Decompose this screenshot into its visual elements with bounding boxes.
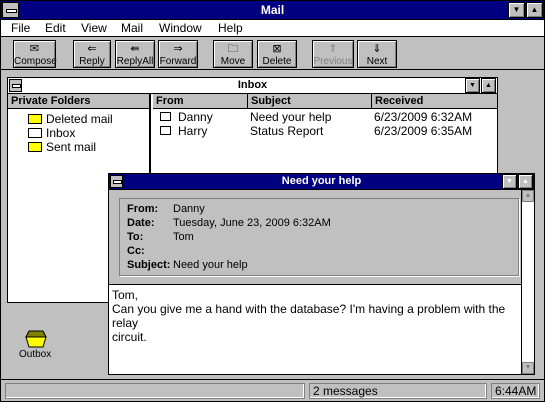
previous-icon: ⇑ xyxy=(328,43,338,55)
message-count: 2 messages xyxy=(309,383,487,399)
body-line: Can you give me a hand with the database… xyxy=(112,302,506,330)
folder-inbox[interactable]: Inbox xyxy=(28,126,75,140)
header-to: To: Tom xyxy=(127,231,194,243)
column-received[interactable]: Received xyxy=(372,94,497,109)
message-system-menu-icon[interactable] xyxy=(110,175,123,188)
maximize-button[interactable]: ▲ xyxy=(526,2,543,18)
folders-header: Private Folders xyxy=(8,94,149,109)
inbox-maximize-button[interactable]: ▲ xyxy=(481,78,496,93)
message-maximize-button[interactable]: ▲ xyxy=(518,174,533,189)
menu-view[interactable]: View xyxy=(81,21,107,35)
outbox-icon[interactable] xyxy=(23,329,49,349)
move-button[interactable]: 🗀 Move xyxy=(213,40,253,68)
reply-icon: ⇐ xyxy=(87,43,97,55)
menu-mail[interactable]: Mail xyxy=(121,21,143,35)
previous-button[interactable]: ⇑ Previous xyxy=(312,40,354,68)
header-cc: Cc: xyxy=(127,245,145,257)
body-line: circuit. xyxy=(112,330,147,344)
message-row[interactable]: Harry Status Report 6/23/2009 6:35AM xyxy=(158,124,496,138)
message-body[interactable]: Tom, Can you give me a hand with the dat… xyxy=(109,284,521,374)
reply-button[interactable]: ⇐ Reply xyxy=(73,40,111,68)
reply-all-button[interactable]: ⇚ ReplyAll xyxy=(115,40,155,68)
message-header-box: From: Danny Date: Tuesday, June 23, 2009 6… xyxy=(119,198,519,276)
message-window: Need your help ▼ ▲ From: Danny Date: Tuesd… xyxy=(108,173,535,375)
minimize-button[interactable]: ▼ xyxy=(508,2,525,18)
inbox-title-bar[interactable]: Inbox ▼ ▲ xyxy=(8,78,497,94)
column-subject[interactable]: Subject xyxy=(248,94,372,109)
menu-bar: File Edit View Mail Window Help xyxy=(1,20,544,37)
outbox-label[interactable]: Outbox xyxy=(19,349,51,360)
message-vertical-scrollbar[interactable]: ▲ ▼ xyxy=(521,190,534,374)
menu-edit[interactable]: Edit xyxy=(45,21,66,35)
folder-icon xyxy=(28,114,42,124)
menu-file[interactable]: File xyxy=(11,21,30,35)
forward-button[interactable]: ⇒ Forward xyxy=(158,40,198,68)
envelope-icon xyxy=(160,112,171,121)
body-line: Tom, xyxy=(112,288,139,302)
open-folder-icon xyxy=(28,128,42,138)
inbox-title: Inbox xyxy=(237,79,268,91)
scroll-down-arrow-icon[interactable]: ▼ xyxy=(522,362,534,374)
message-window-title: Need your help xyxy=(281,175,362,187)
delete-button[interactable]: ⊠ Delete xyxy=(257,40,297,68)
folder-icon xyxy=(28,142,42,152)
reply-all-icon: ⇚ xyxy=(130,43,140,55)
folder-deleted-mail[interactable]: Deleted mail xyxy=(28,112,113,126)
inbox-minimize-button[interactable]: ▼ xyxy=(465,78,480,93)
message-title-bar[interactable]: Need your help ▼ ▲ xyxy=(109,174,534,190)
mail-app-window: Mail ▼ ▲ File Edit View Mail Window Help… xyxy=(0,0,545,402)
message-minimize-button[interactable]: ▼ xyxy=(502,174,517,189)
clock: 6:44AM xyxy=(491,383,540,399)
folder-sent-mail[interactable]: Sent mail xyxy=(28,140,96,154)
status-bar: 2 messages 6:44AM xyxy=(1,379,544,401)
compose-icon: ✉ xyxy=(29,43,40,55)
header-date: Date: Tuesday, June 23, 2009 6:32AM xyxy=(127,217,331,229)
next-icon: ⇓ xyxy=(372,43,382,55)
toolbar: ✉ Compose ⇐ Reply ⇚ ReplyAll ⇒ Forward 🗀… xyxy=(1,37,544,70)
message-row[interactable]: Danny Need your help 6/23/2009 6:32AM xyxy=(158,110,496,124)
column-from[interactable]: From xyxy=(153,94,248,109)
header-subject: Subject: Need your help xyxy=(127,259,248,271)
app-title: Mail xyxy=(260,3,285,17)
scroll-up-arrow-icon[interactable]: ▲ xyxy=(522,190,534,202)
envelope-icon xyxy=(160,126,171,135)
menu-window[interactable]: Window xyxy=(159,21,202,35)
move-folder-icon: 🗀 xyxy=(227,43,239,55)
delete-icon: ⊠ xyxy=(272,43,282,55)
header-from: From: Danny xyxy=(127,203,205,215)
compose-button[interactable]: ✉ Compose xyxy=(13,40,57,68)
menu-help[interactable]: Help xyxy=(218,21,243,35)
title-bar[interactable]: Mail ▼ ▲ xyxy=(1,1,544,20)
status-cell-empty xyxy=(5,383,305,399)
forward-icon: ⇒ xyxy=(173,43,183,55)
next-button[interactable]: ⇓ Next xyxy=(357,40,397,68)
inbox-system-menu-icon[interactable] xyxy=(9,79,22,92)
